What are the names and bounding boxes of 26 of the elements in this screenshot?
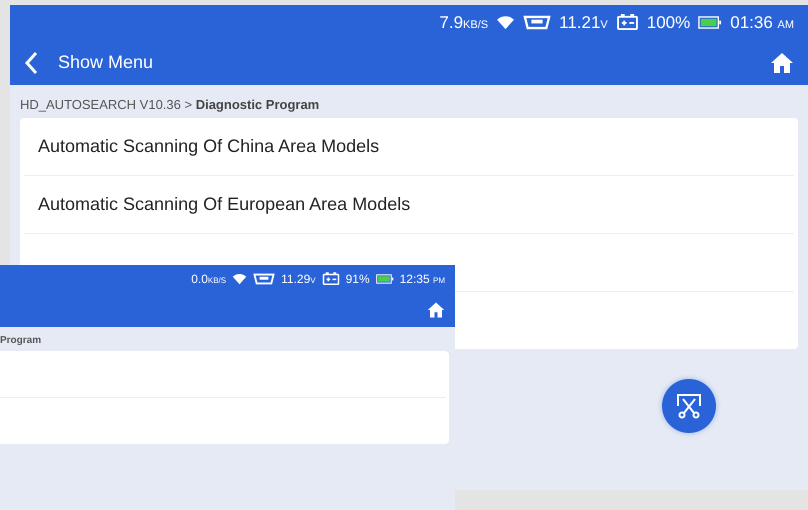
- car-battery-icon: [616, 14, 639, 31]
- breadcrumb: HD_AUTOSEARCH V10.36 > Diagnostic Program: [20, 96, 320, 114]
- battery-icon: [376, 274, 394, 284]
- scissors-icon: [675, 392, 703, 420]
- voltage-reading: 11.21V: [559, 12, 608, 32]
- connector-icon: [523, 15, 552, 30]
- voltage-reading: 11.29V: [281, 272, 316, 286]
- connector-icon: [253, 272, 276, 284]
- header-title: Show Menu: [58, 52, 154, 73]
- menu-item[interactable]: Automatic Scanning Of China Area Models: [24, 118, 794, 176]
- network-speed: 7.9KB/S: [439, 12, 488, 32]
- car-battery-icon: [322, 272, 340, 286]
- scissors-button[interactable]: [662, 379, 716, 433]
- home-icon[interactable]: [770, 50, 794, 74]
- battery-percent: 100%: [646, 12, 690, 32]
- home-icon[interactable]: [427, 300, 445, 318]
- battery-percent: 91%: [346, 272, 370, 286]
- network-speed: 0.0KB/S: [191, 272, 226, 286]
- clock: 01:36 AM: [730, 12, 794, 32]
- back-icon[interactable]: [24, 50, 38, 74]
- clock: 12:35 PM: [400, 272, 445, 286]
- battery-icon: [698, 16, 722, 29]
- breadcrumb: Program: [0, 334, 42, 348]
- wifi-icon: [496, 15, 516, 30]
- menu-item[interactable]: Automatic Scanning Of European Area Models: [24, 176, 794, 234]
- wifi-icon: [232, 272, 248, 284]
